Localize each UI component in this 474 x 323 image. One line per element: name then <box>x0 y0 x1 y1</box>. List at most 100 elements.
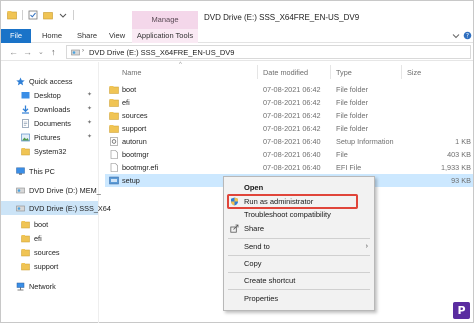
menu-item-open[interactable]: Open <box>224 181 374 194</box>
menu-item-properties[interactable]: Properties <box>224 292 374 305</box>
column-header-date[interactable]: Date modified <box>263 68 308 79</box>
pin-icon[interactable]: ✦ <box>87 91 92 98</box>
menu-item-label: Send to <box>244 242 270 251</box>
file-type: Setup Information <box>336 137 394 146</box>
file-date: 07-08-2021 06:42 <box>263 124 321 133</box>
title-bar: Manage DVD Drive (E:) SSS_X64FRE_EN-US_D… <box>1 1 473 29</box>
context-menu: Open Run as administrator Troubleshoot c… <box>223 176 375 311</box>
pin-icon[interactable]: ✦ <box>87 133 92 140</box>
file-name: bootmgr.efi <box>122 163 159 172</box>
column-divider[interactable] <box>257 65 258 79</box>
pin-icon[interactable]: ✦ <box>87 105 92 112</box>
tab-file[interactable]: File <box>1 29 31 43</box>
column-header-name[interactable]: Name <box>122 68 141 79</box>
address-bar[interactable]: › DVD Drive (E:) SSS_X64FRE_EN-US_DV9 <box>66 45 471 59</box>
sidebar-item-label: Pictures <box>34 133 61 142</box>
pictures-folder-icon <box>21 133 30 142</box>
menu-item-create-shortcut[interactable]: Create shortcut <box>224 274 374 287</box>
menu-item-label: Open <box>244 183 264 192</box>
setup-app-icon <box>109 176 119 185</box>
column-divider[interactable] <box>330 65 331 79</box>
pin-icon[interactable]: ✦ <box>87 119 92 126</box>
sidebar-item-label: This PC <box>29 167 55 176</box>
forward-arrow-icon[interactable]: → <box>23 47 32 57</box>
navigation-pane: Quick access Desktop ✦ Downloads ✦ Docum… <box>1 62 111 323</box>
desktop-folder-icon <box>21 92 30 99</box>
recent-locations-icon[interactable]: ⌄ <box>38 48 44 58</box>
tab-view[interactable]: View <box>109 29 125 43</box>
customize-toolbar-icon[interactable] <box>58 10 68 20</box>
file-date: 07-08-2021 06:40 <box>263 150 321 159</box>
folder-icon <box>109 86 119 94</box>
tab-application-tools[interactable]: Application Tools <box>132 29 198 43</box>
folder-icon[interactable] <box>7 10 17 20</box>
menu-item-run-as-administrator[interactable]: Run as administrator <box>224 195 374 208</box>
navigation-bar: ← → ⌄ ↑ › DVD Drive (E:) SSS_X64FRE_EN-U… <box>1 43 473 61</box>
file-row[interactable]: bootmgr.efi 07-08-2021 06:40 EFI File 1,… <box>105 161 473 174</box>
file-row[interactable]: efi 07-08-2021 06:42 File folder <box>105 96 473 109</box>
sidebar-item-label: sources <box>34 248 60 257</box>
column-header-type[interactable]: Type <box>336 68 352 79</box>
file-name: setup <box>122 176 140 185</box>
file-size: 1,933 KB <box>440 163 471 172</box>
checklist-icon[interactable] <box>28 10 38 20</box>
file-date: 07-08-2021 06:40 <box>263 137 321 146</box>
window-title: DVD Drive (E:) SSS_X64FRE_EN-US_DV9 <box>204 13 360 22</box>
computer-icon <box>16 167 25 175</box>
file-type: File folder <box>336 85 369 94</box>
file-date: 07-08-2021 06:42 <box>263 85 321 94</box>
folder-icon <box>109 99 119 107</box>
sidebar-item-label: Documents <box>34 119 71 128</box>
file-row[interactable]: boot 07-08-2021 06:42 File folder <box>105 83 473 96</box>
file-name: bootmgr <box>122 150 149 159</box>
folder-icon <box>21 148 30 156</box>
settings-file-icon <box>110 137 118 146</box>
sidebar-item-label: DVD Drive (E:) SSS_X64 <box>29 204 111 213</box>
toolbar-divider <box>22 10 23 20</box>
file-date: 07-08-2021 06:42 <box>263 98 321 107</box>
tab-share[interactable]: Share <box>77 29 97 43</box>
submenu-arrow-icon: › <box>365 243 368 250</box>
file-date: 07-08-2021 06:40 <box>263 163 321 172</box>
ribbon-tabs: File Home Share View Application Tools ? <box>1 29 473 43</box>
menu-item-send-to[interactable]: Send to › <box>224 240 374 253</box>
menu-separator <box>228 272 370 273</box>
manage-tab-group[interactable]: Manage <box>132 11 198 29</box>
file-name: boot <box>122 85 137 94</box>
menu-item-label: Properties <box>244 294 279 303</box>
sidebar-item-label: System32 <box>34 147 67 156</box>
file-date: 07-08-2021 06:42 <box>263 111 321 120</box>
help-icon[interactable]: ? <box>463 31 472 40</box>
sort-caret-icon: ^ <box>179 62 182 68</box>
file-row[interactable]: autorun 07-08-2021 06:40 Setup Informati… <box>105 135 473 148</box>
file-type: File folder <box>336 111 369 120</box>
menu-item-troubleshoot-compatibility[interactable]: Troubleshoot compatibility <box>224 208 374 221</box>
back-arrow-icon[interactable]: ← <box>9 47 18 57</box>
file-size: 1 KB <box>455 137 471 146</box>
address-path[interactable]: DVD Drive (E:) SSS_X64FRE_EN-US_DV9 <box>89 48 234 57</box>
sidebar-item-label: efi <box>34 234 42 243</box>
tab-home[interactable]: Home <box>42 29 62 43</box>
sidebar-item-label: support <box>34 262 59 271</box>
file-row[interactable]: sources 07-08-2021 06:42 File folder <box>105 109 473 122</box>
folder-icon <box>109 125 119 133</box>
menu-item-share[interactable]: Share <box>224 222 374 235</box>
up-arrow-icon[interactable]: ↑ <box>51 47 56 57</box>
file-row[interactable]: bootmgr 07-08-2021 06:40 File 403 KB <box>105 148 473 161</box>
menu-item-copy[interactable]: Copy <box>224 257 374 270</box>
file-row[interactable]: support 07-08-2021 06:42 File folder <box>105 122 473 135</box>
file-icon <box>110 150 118 159</box>
shield-icon <box>231 197 238 206</box>
share-icon <box>230 224 239 233</box>
breadcrumb-separator-icon: › <box>82 48 84 54</box>
sidebar-item-label: Downloads <box>34 105 71 114</box>
menu-item-label: Copy <box>244 259 262 268</box>
column-header-size[interactable]: Size <box>407 68 421 79</box>
column-divider[interactable] <box>401 65 402 79</box>
file-type: File folder <box>336 98 369 107</box>
explorer-window: Manage DVD Drive (E:) SSS_X64FRE_EN-US_D… <box>0 0 474 323</box>
menu-item-label: Run as administrator <box>244 197 314 206</box>
new-folder-icon[interactable] <box>43 10 53 20</box>
dvd-drive-icon <box>16 205 25 212</box>
chevron-down-icon[interactable] <box>452 32 460 40</box>
